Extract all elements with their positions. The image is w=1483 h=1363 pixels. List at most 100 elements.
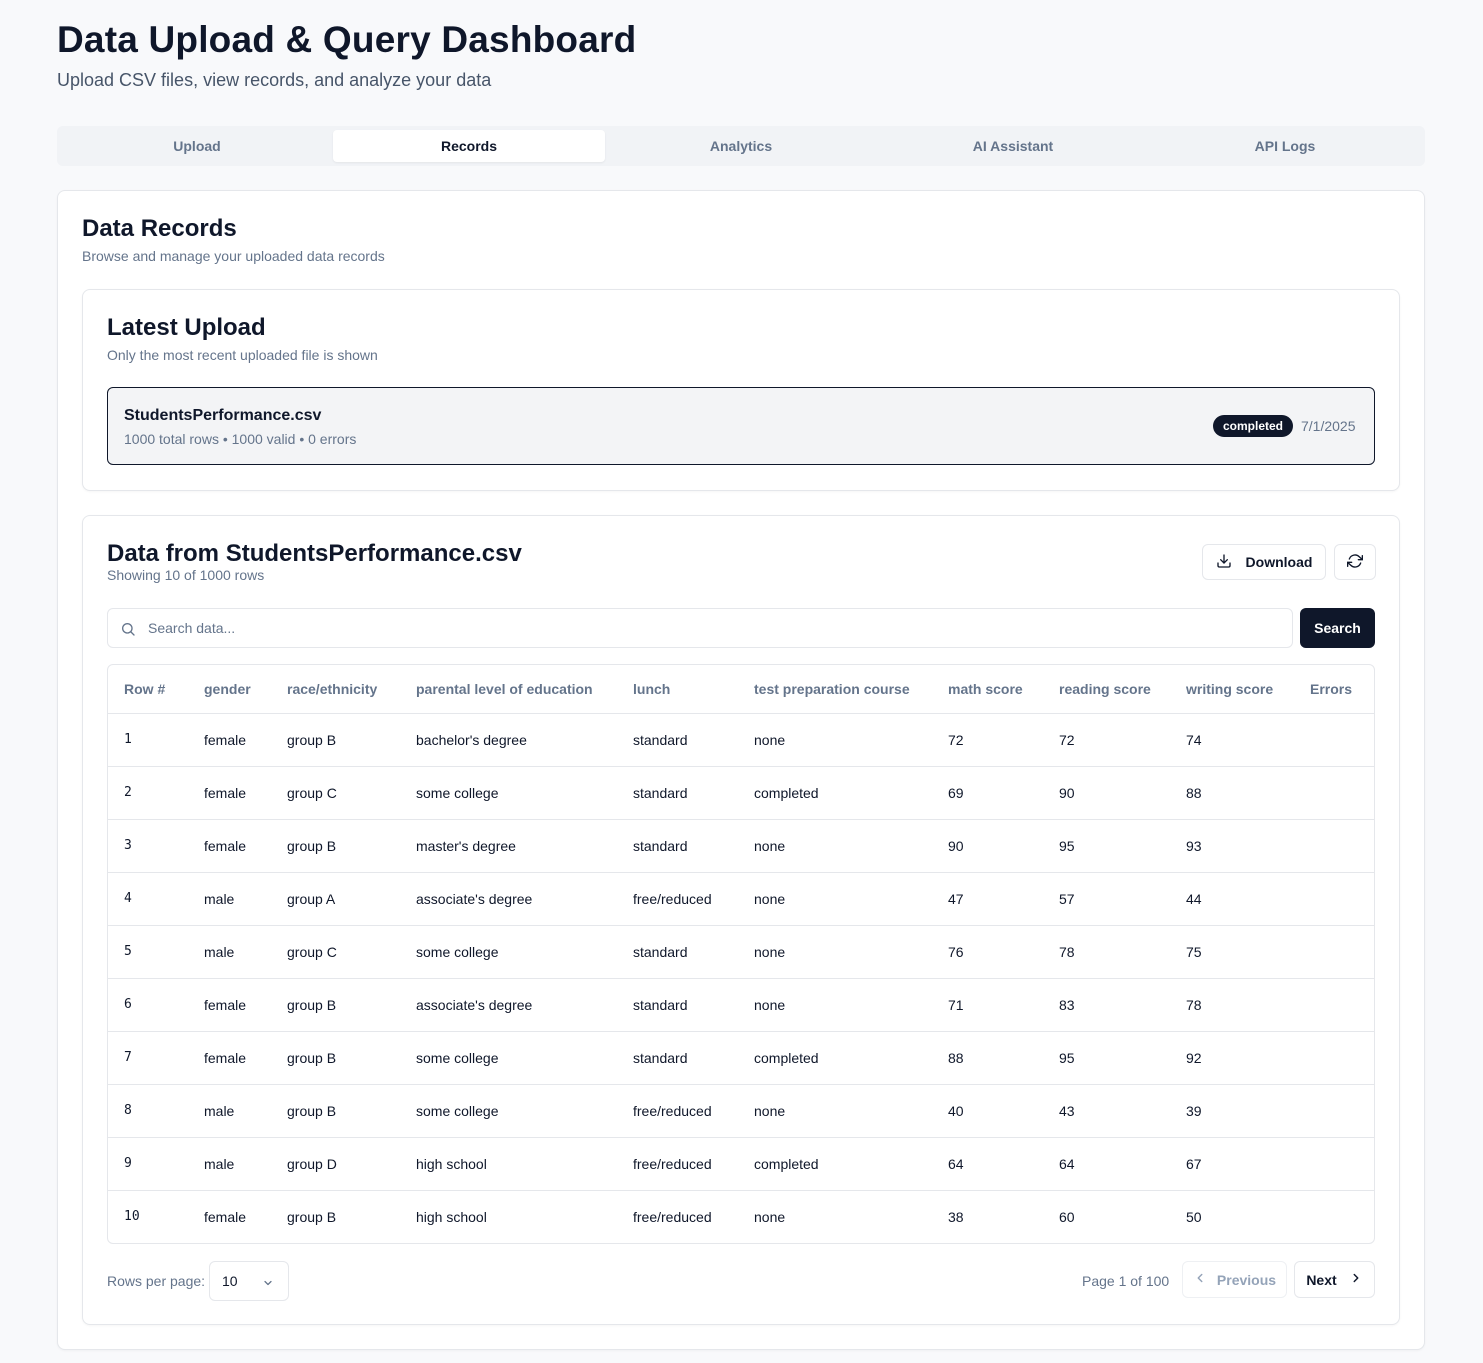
table-cell: free/reduced: [617, 1137, 738, 1191]
search-icon: [120, 621, 136, 642]
table-cell: male: [188, 1137, 271, 1191]
table-cell: associate's degree: [400, 872, 617, 926]
chevron-right-icon: [1349, 1271, 1363, 1288]
table-cell: female: [188, 766, 271, 820]
table-row[interactable]: 5 male group Csome college standard none 76 78…: [108, 925, 1374, 979]
tab-ai-assistant[interactable]: AI Assistant: [877, 130, 1149, 162]
table-row[interactable]: 7 female group Bsome college standard comple…: [108, 1031, 1374, 1085]
table-row[interactable]: 3 female group Bmaster's degree standard non…: [108, 819, 1374, 873]
table-cell: 72: [1043, 713, 1170, 767]
next-button[interactable]: Next: [1294, 1261, 1375, 1298]
table-cell: standard: [617, 1031, 738, 1085]
table-cell: female: [188, 819, 271, 873]
table-cell: group B: [271, 713, 400, 767]
table-row[interactable]: 1 female group Bbachelor's degree standard n…: [108, 713, 1374, 767]
table-cell: group B: [271, 1084, 400, 1138]
table-row[interactable]: 4 male group Aassociate's degree free/reduc…: [108, 872, 1374, 926]
table-cell: 64: [1043, 1137, 1170, 1191]
refresh-button[interactable]: [1334, 544, 1376, 580]
column-header: test preparation course: [738, 665, 932, 714]
table-cell: group C: [271, 925, 400, 979]
table-cell: standard: [617, 978, 738, 1032]
table-cell: 74: [1170, 713, 1294, 767]
table-cell: group B: [271, 819, 400, 873]
table-cell: high school: [416, 1208, 487, 1225]
table-cell: none: [738, 1084, 932, 1138]
table-cell: group C: [271, 766, 400, 820]
page-subtitle: Upload CSV files, view records, and anal…: [57, 70, 492, 90]
table-cell: free/reduced: [617, 872, 738, 926]
table-cell: associate's degree: [400, 978, 617, 1032]
table-cell: 83: [1043, 978, 1170, 1032]
table-cell: master's degree: [400, 819, 617, 873]
search-box: [107, 608, 1293, 648]
table-cell: 7: [108, 1031, 188, 1085]
tab-upload[interactable]: Upload: [61, 130, 333, 162]
table-cell: 88: [1170, 766, 1294, 820]
chevron-down-icon: [262, 1276, 274, 1292]
table-body: 1 female group Bbachelor's degree standard n…: [108, 713, 1374, 1243]
data-card: Data from StudentsPerformance.csv Showin…: [82, 515, 1400, 1325]
previous-label: Previous: [1216, 1271, 1277, 1288]
column-header: lunch: [617, 665, 738, 714]
table-row[interactable]: 2 female group Csome college standard comple…: [108, 766, 1374, 820]
data-subtitle: Showing 10 of 1000 rows: [107, 567, 265, 583]
previous-button[interactable]: Previous: [1182, 1261, 1287, 1298]
rows-per-page-select[interactable]: 10: [209, 1261, 289, 1301]
table-cell: none: [738, 872, 932, 926]
table-cell: high school: [400, 1137, 617, 1191]
table-cell: group B: [271, 978, 400, 1032]
table-cell: 76: [932, 925, 1043, 979]
table-cell: none: [738, 819, 932, 873]
table-cell: 44: [1170, 872, 1294, 926]
data-title: Data from StudentsPerformance.csv: [107, 540, 522, 567]
table-row[interactable]: 8 male group Bsome college free/reduced none…: [108, 1084, 1374, 1138]
download-button[interactable]: Download: [1202, 544, 1326, 580]
table-cell: female: [188, 1031, 271, 1085]
table-cell: 93: [1170, 819, 1294, 873]
table-cell: 69: [932, 766, 1043, 820]
table-cell: 90: [932, 819, 1043, 873]
tab-api-logs[interactable]: API Logs: [1149, 130, 1421, 162]
table-cell: 71: [932, 978, 1043, 1032]
search-input[interactable]: [148, 609, 1278, 647]
table-cell: 47: [932, 872, 1043, 926]
table-cell: standard: [617, 766, 738, 820]
table-cell: group B: [271, 1031, 400, 1085]
page-info: Page 1 of 100: [1082, 1273, 1170, 1289]
file-item[interactable]: StudentsPerformance.csv 1000 total rows …: [107, 387, 1375, 465]
table-cell: 43: [1043, 1084, 1170, 1138]
table-cell: 92: [1170, 1031, 1294, 1085]
column-header: math score: [932, 665, 1043, 714]
table-cell: some college: [400, 925, 617, 979]
column-header: race/ethnicity: [271, 665, 400, 714]
table-cell: [1294, 1137, 1374, 1191]
table-cell: some college: [400, 1031, 617, 1085]
download-label: Download: [1245, 554, 1313, 570]
latest-upload-card: Latest Upload Only the most recent uploa…: [82, 289, 1400, 491]
table-row[interactable]: 10 female group B high school free/reduced no…: [108, 1190, 1374, 1243]
table-cell: 4: [108, 872, 188, 926]
table-cell: none: [738, 713, 932, 767]
page-header: Data Upload & Query Dashboard Upload CSV…: [57, 18, 636, 91]
table-cell: 95: [1043, 819, 1170, 873]
tab-analytics[interactable]: Analytics: [605, 130, 877, 162]
tab-bar: Upload Records Analytics AI Assistant AP…: [57, 126, 1425, 166]
table-cell: 75: [1170, 925, 1294, 979]
tab-records[interactable]: Records: [333, 130, 605, 162]
data-table: Row # gender race/ethnicity parental lev…: [108, 665, 1374, 1243]
table-row[interactable]: 6 female group Bassociate's degree standard…: [108, 978, 1374, 1032]
column-header: Row #: [108, 665, 188, 714]
next-label: Next: [1306, 1271, 1337, 1288]
rows-per-page-label: Rows per page:: [107, 1273, 206, 1289]
column-header: writing score: [1170, 665, 1294, 714]
records-title: Data Records: [82, 215, 237, 242]
table-cell: standard: [617, 713, 738, 767]
search-button[interactable]: Search: [1300, 608, 1375, 648]
table-cell: 57: [1043, 872, 1170, 926]
rows-per-page-value: 10: [222, 1273, 238, 1289]
column-header: Errors: [1294, 665, 1374, 714]
table-cell: [1294, 872, 1374, 926]
table-cell: 1: [108, 713, 188, 767]
table-row[interactable]: 9 male group Dhigh school free/reduced compl…: [108, 1137, 1374, 1191]
